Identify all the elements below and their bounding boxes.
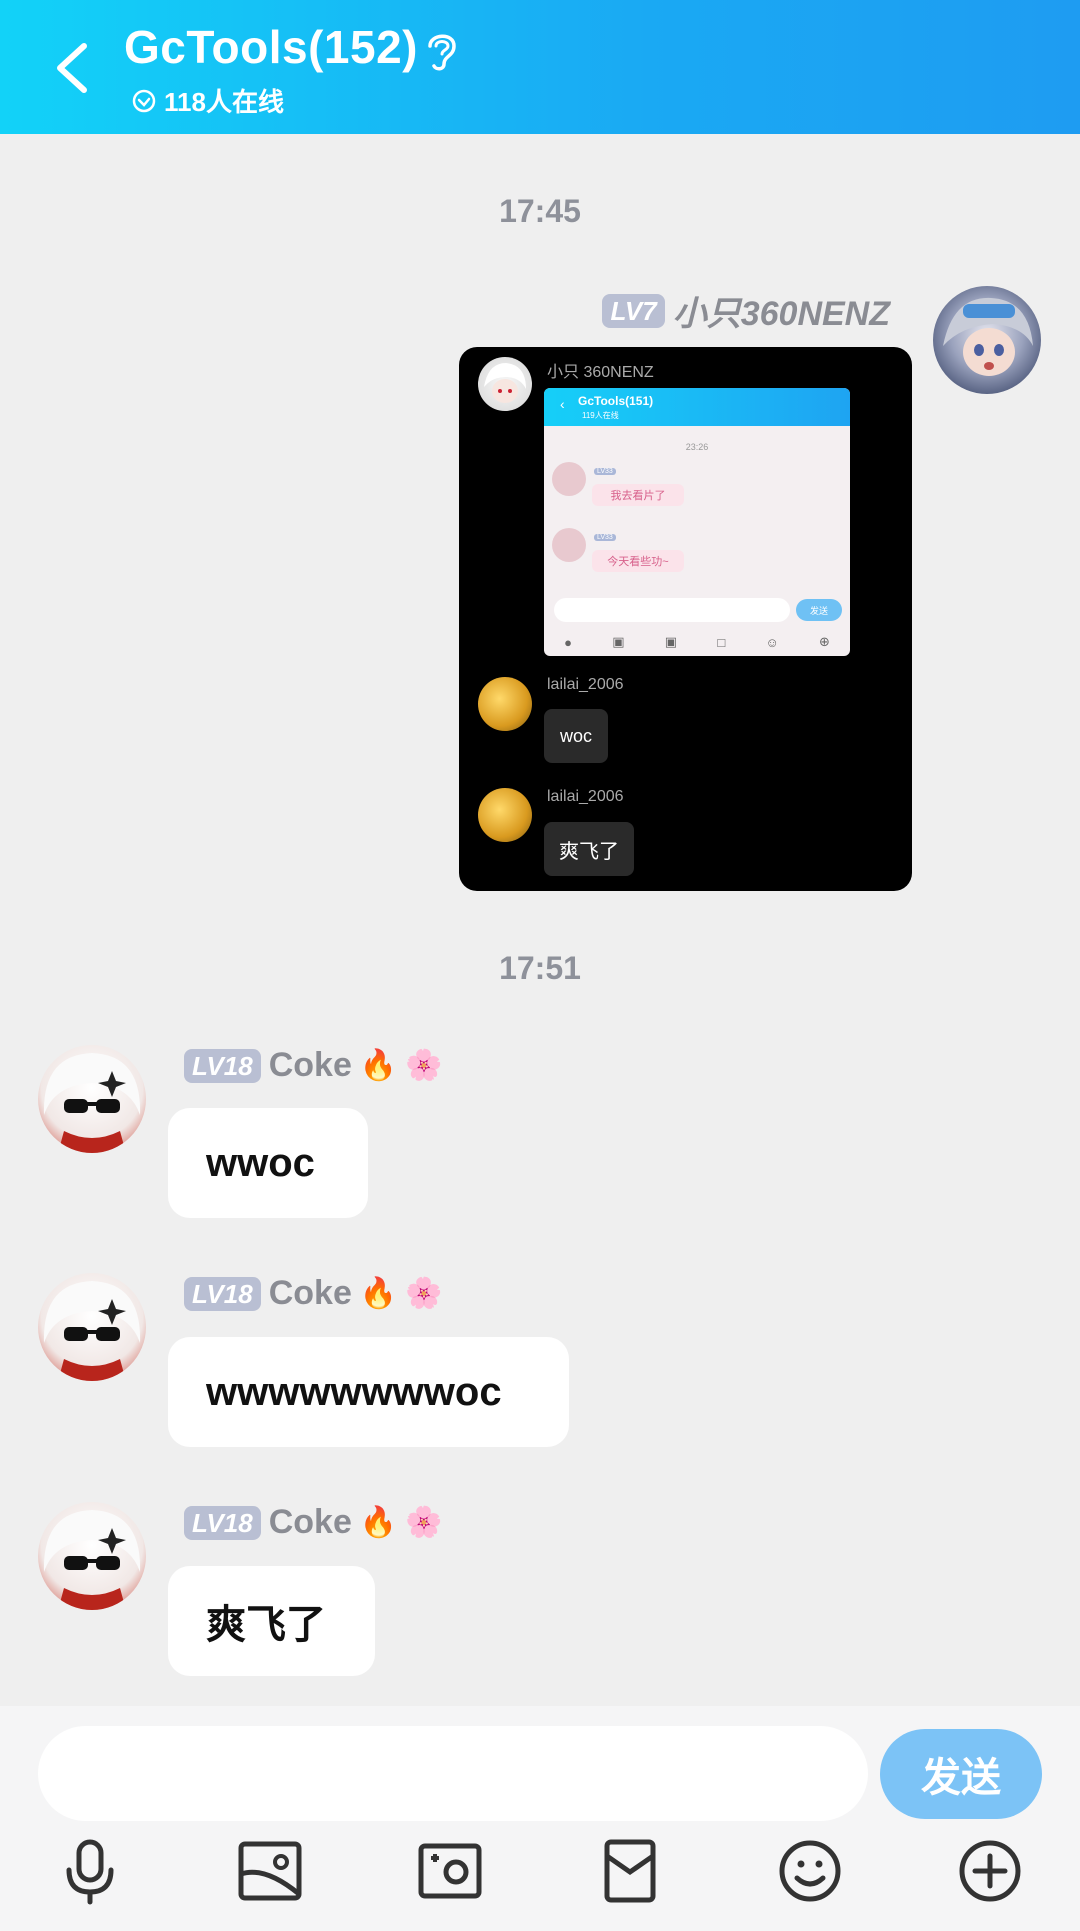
online-count-label: 118人在线 — [164, 87, 284, 117]
group-title[interactable]: GcTools(152) — [124, 20, 418, 74]
inner-screenshot: ‹ GcTools(151) 119人在线 23:26 LV33 我去看片了 L… — [544, 388, 850, 656]
input-bar: 发送 — [0, 1706, 1080, 1931]
fire-icon: 🔥 — [359, 1049, 398, 1082]
inner-bubble: 今天看些功~ — [592, 550, 684, 572]
emoji-icon[interactable] — [775, 1836, 845, 1906]
microphone-icon[interactable] — [55, 1836, 125, 1906]
flower-icon: 🌸 — [405, 1277, 443, 1310]
flower-icon: 🌸 — [405, 1506, 443, 1539]
chat-header: GcTools(152) 118人在线 — [0, 0, 1080, 134]
level-badge: LV18 — [184, 1276, 261, 1311]
online-check-icon — [132, 89, 156, 112]
avatar — [552, 462, 586, 496]
inner-header: ‹ GcTools(151) 119人在线 — [544, 388, 850, 426]
avatar — [478, 677, 532, 731]
inner-bubble: 我去看片了 — [592, 484, 684, 506]
message-input[interactable] — [38, 1726, 868, 1821]
avatar-white-hair-icon — [484, 363, 526, 403]
inner-image-icon: ▣ — [612, 634, 625, 649]
back-arrow-icon[interactable] — [52, 40, 92, 96]
message-bubble[interactable]: wwwwwwwwoc — [168, 1337, 569, 1447]
camera-icon[interactable] — [415, 1836, 485, 1906]
avatar-girl-icon — [943, 297, 1033, 376]
sender-name: 小只360NENZ — [672, 295, 890, 333]
avatar-sunglasses-icon — [43, 1053, 141, 1153]
level-badge: LV33 — [594, 534, 616, 541]
inner-camera-icon: ▣ — [664, 634, 678, 649]
inner-send-button: 发送 — [796, 599, 842, 621]
sender-name: lailai_2006 — [547, 788, 624, 805]
inner-mic-icon: ● — [564, 634, 572, 650]
sender-name: 小只 360NENZ — [547, 364, 654, 381]
level-badge: LV18 — [184, 1048, 261, 1083]
inner-toolbar: ● ▣ ▣ □ ☺ ⊕ — [544, 628, 850, 656]
fire-icon: 🔥 — [359, 1506, 398, 1539]
online-count: 118人在线 — [132, 82, 284, 119]
flower-icon: 🌸 — [405, 1049, 443, 1082]
inner-online: 119人在线 — [582, 411, 619, 420]
sender-info: LV7 小只360NENZ — [602, 286, 890, 335]
message-bubble[interactable]: wwoc — [168, 1108, 368, 1218]
message-bubble: woc — [544, 709, 608, 763]
sender-name: Coke — [268, 1274, 352, 1312]
avatar — [478, 357, 532, 411]
level-badge: LV18 — [184, 1505, 261, 1540]
inner-plus-icon: ⊕ — [818, 634, 830, 649]
plus-icon[interactable] — [955, 1836, 1025, 1906]
avatar-sunglasses-icon — [43, 1281, 141, 1381]
image-icon[interactable] — [235, 1836, 305, 1906]
inner-packet-icon: □ — [717, 634, 726, 650]
sender-info: LV18 Coke 🔥 🌸 — [184, 1503, 443, 1542]
timestamp: 17:51 — [499, 950, 581, 986]
avatar[interactable] — [933, 286, 1041, 394]
sender-name: lailai_2006 — [547, 676, 624, 693]
inner-title: GcTools(151) — [578, 394, 654, 408]
inner-back-icon: ‹ — [560, 396, 565, 412]
avatar[interactable] — [38, 1502, 146, 1610]
send-button[interactable]: 发送 — [880, 1729, 1042, 1819]
avatar[interactable] — [38, 1273, 146, 1381]
avatar — [478, 788, 532, 842]
avatar-sunglasses-icon — [43, 1510, 141, 1610]
inner-input — [554, 598, 790, 622]
forwarded-screenshot[interactable]: 小只 360NENZ ‹ GcTools(151) 119人在线 23:26 L… — [459, 347, 912, 891]
message-bubble[interactable]: 爽飞了 — [168, 1566, 375, 1676]
avatar[interactable] — [38, 1045, 146, 1153]
timestamp: 17:45 — [499, 193, 581, 229]
sender-name: Coke — [268, 1046, 352, 1084]
sender-info: LV18 Coke 🔥 🌸 — [184, 1046, 443, 1085]
ear-icon[interactable] — [424, 28, 460, 72]
inner-emoji-icon: ☺ — [765, 634, 779, 650]
inner-time: 23:26 — [685, 442, 709, 452]
avatar — [552, 528, 586, 562]
message-bubble: 爽飞了 — [544, 822, 634, 876]
sender-name: Coke — [268, 1503, 352, 1541]
red-packet-icon[interactable] — [595, 1836, 665, 1906]
level-badge: LV7 — [602, 293, 665, 328]
fire-icon: 🔥 — [359, 1277, 398, 1310]
level-badge: LV33 — [594, 468, 616, 475]
sender-info: LV18 Coke 🔥 🌸 — [184, 1274, 443, 1313]
